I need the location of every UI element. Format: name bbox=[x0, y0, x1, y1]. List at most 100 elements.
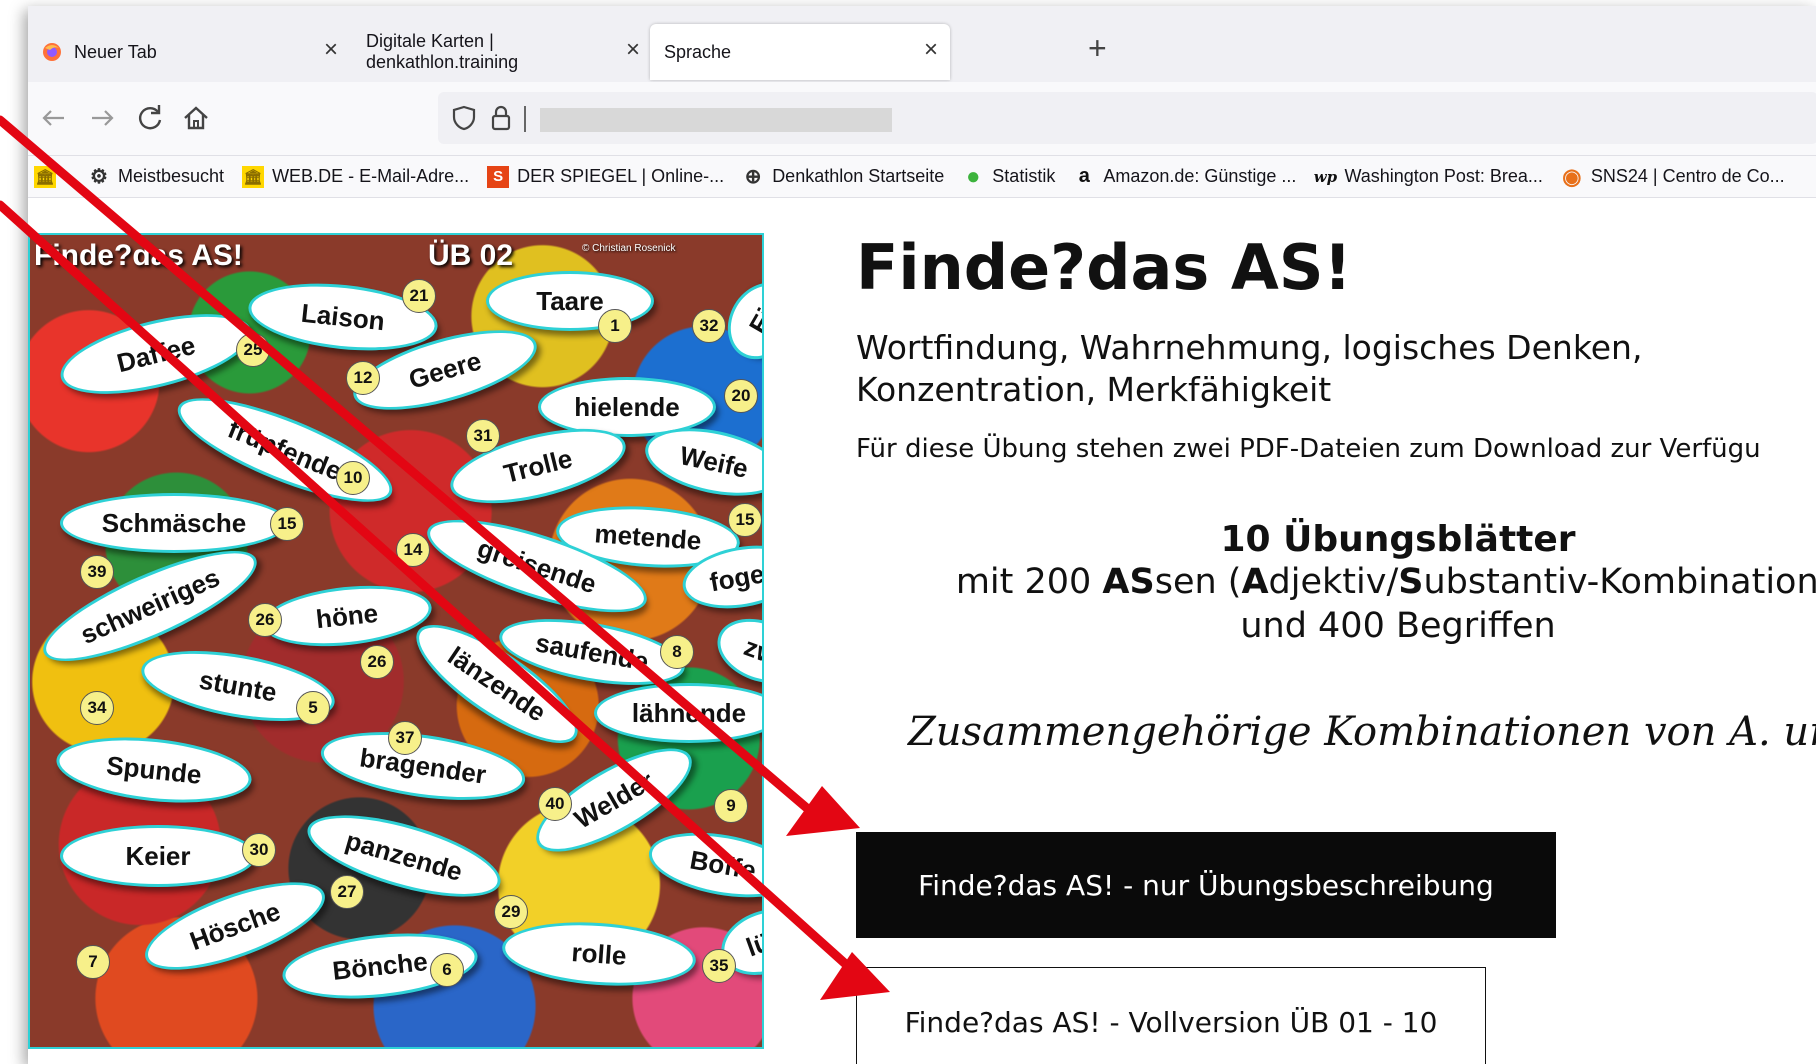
bookmark-denkathlon[interactable]: ⊕ Denkathlon Startseite bbox=[742, 166, 945, 188]
tab-sprache[interactable]: Sprache × bbox=[650, 24, 950, 80]
number-badge: 5 bbox=[296, 691, 330, 725]
tab-title: Sprache bbox=[664, 41, 732, 62]
bookmark-meistbesucht[interactable]: ⚙ Meistbesucht bbox=[88, 166, 224, 188]
sheets-line-2: und 400 Begriffen bbox=[1240, 606, 1556, 646]
page-description: Für diese Übung stehen zwei PDF-Dateien … bbox=[856, 434, 1761, 464]
green-circle-icon: ● bbox=[966, 162, 981, 190]
bookmark-statistik[interactable]: ● Statistik bbox=[962, 162, 1056, 190]
bookmark-label: DER SPIEGEL | Online-... bbox=[517, 166, 725, 186]
sheets-info: 10 Übungsblätter mit 200 ASsen (Adjektiv… bbox=[868, 519, 1816, 648]
number-badge: 14 bbox=[396, 533, 430, 567]
screenshot-stage: Neuer Tab × Digitale Karten | denkathlon… bbox=[0, 0, 1816, 1064]
handwritten-note: Zusammengehörige Kombinationen von A. un… bbox=[908, 709, 1816, 755]
page-title: Finde?das AS! bbox=[856, 231, 1352, 304]
tab-title: Digitale Karten | denkathlon.training bbox=[366, 31, 519, 72]
bookmarks-toolbar: 🏛 ⚙ Meistbesucht 🏛 WEB.DE - E-Mail-Adre.… bbox=[28, 156, 1816, 198]
number-badge: 29 bbox=[494, 895, 528, 929]
number-badge: 21 bbox=[402, 279, 436, 313]
bookmark-amazon[interactable]: a Amazon.de: Günstige ... bbox=[1073, 165, 1297, 188]
back-button[interactable] bbox=[36, 100, 72, 136]
bookmark-label: WEB.DE - E-Mail-Adre... bbox=[272, 166, 470, 186]
sheets-line-1: mit 200 ASsen (Adjektiv/Substantiv-Kombi… bbox=[868, 560, 1816, 604]
sheets-title: 10 Übungsblätter bbox=[1220, 519, 1576, 560]
bank-icon: 🏛 bbox=[34, 165, 56, 188]
firefox-icon bbox=[42, 42, 62, 62]
number-badge: 25 bbox=[236, 333, 270, 367]
number-badge: 12 bbox=[346, 361, 380, 395]
number-badge: 32 bbox=[692, 309, 726, 343]
bookmark-label: Washington Post: Brea... bbox=[1344, 166, 1543, 186]
sheets-as: AS bbox=[1102, 562, 1155, 602]
word-oval: lähnende bbox=[594, 683, 762, 743]
chrome-icon: ◉ bbox=[1562, 163, 1582, 189]
sheets-text: ubstantiv-Kombinatione bbox=[1423, 562, 1816, 602]
number-badge: 15 bbox=[270, 507, 304, 541]
word-oval: Daffee bbox=[52, 298, 260, 410]
bookmark-label: Meistbesucht bbox=[118, 166, 225, 186]
tab-bar: Neuer Tab × Digitale Karten | denkathlon… bbox=[28, 6, 1816, 82]
number-badge: 1 bbox=[598, 309, 632, 343]
puzzle-sheet-label: ÜB 02 bbox=[428, 239, 514, 272]
tab-neuer-tab[interactable]: Neuer Tab × bbox=[28, 24, 350, 80]
number-badge: 6 bbox=[430, 953, 464, 987]
number-badge: 30 bbox=[242, 833, 276, 867]
number-badge: 7 bbox=[76, 945, 110, 979]
lock-icon[interactable] bbox=[488, 104, 514, 132]
close-tab-icon[interactable]: × bbox=[626, 38, 640, 62]
home-icon bbox=[184, 106, 208, 130]
tab-title: Neuer Tab bbox=[74, 41, 157, 62]
amazon-icon: a bbox=[1078, 165, 1090, 187]
globe-icon: ⊕ bbox=[744, 166, 762, 188]
bookmark-label: Statistik bbox=[992, 166, 1056, 186]
number-badge: 37 bbox=[388, 721, 422, 755]
bookmark-spiegel[interactable]: S DER SPIEGEL | Online-... bbox=[487, 165, 725, 188]
word-oval: rolle bbox=[500, 916, 698, 992]
bookmark-webde[interactable]: 🏛 WEB.DE - E-Mail-Adre... bbox=[242, 165, 470, 188]
forward-arrow-icon bbox=[92, 110, 114, 126]
number-badge: 40 bbox=[538, 787, 572, 821]
browser-window: Neuer Tab × Digitale Karten | denkathlon… bbox=[28, 6, 1816, 1064]
sheets-s-letter: S bbox=[1398, 562, 1424, 602]
number-badge: 27 bbox=[330, 875, 364, 909]
number-badge: 20 bbox=[724, 379, 758, 413]
home-button[interactable] bbox=[178, 100, 214, 136]
download-full-version-button[interactable]: Finde?das AS! - Vollversion ÜB 01 - 10 bbox=[856, 967, 1486, 1064]
bookmark-bank[interactable]: 🏛 bbox=[34, 165, 64, 188]
bookmark-label: SNS24 | Centro de Co... bbox=[1590, 166, 1785, 186]
number-badge: 26 bbox=[248, 603, 282, 637]
word-oval: Schmäsche bbox=[60, 493, 288, 553]
forward-button[interactable] bbox=[84, 100, 120, 136]
download-description-button[interactable]: Finde?das AS! - nur Übungsbeschreibung bbox=[856, 832, 1556, 938]
bank-icon: 🏛 bbox=[242, 165, 265, 188]
number-badge: 35 bbox=[702, 949, 736, 983]
spiegel-icon: S bbox=[487, 165, 510, 188]
close-tab-icon[interactable]: × bbox=[324, 38, 338, 62]
number-badge: 39 bbox=[80, 555, 114, 589]
sheets-text: djektiv/ bbox=[1268, 562, 1399, 602]
number-badge: 26 bbox=[360, 645, 394, 679]
sheets-a-letter: A bbox=[1241, 562, 1269, 602]
sheets-text: mit 200 bbox=[955, 562, 1103, 602]
new-tab-button[interactable]: + bbox=[1088, 32, 1107, 64]
url-bar[interactable] bbox=[438, 92, 1816, 144]
word-oval: höne bbox=[259, 578, 435, 654]
bookmark-sns24[interactable]: ◉ SNS24 | Centro de Co... bbox=[1561, 163, 1785, 189]
close-tab-icon[interactable]: × bbox=[924, 38, 938, 62]
reload-button[interactable] bbox=[132, 100, 168, 136]
bookmark-washington-post[interactable]: wp Washington Post: Brea... bbox=[1314, 166, 1543, 188]
page-content: Finde?das AS! ÜB 02 © Christian Rosenick… bbox=[28, 199, 1816, 1064]
number-badge: 9 bbox=[714, 789, 748, 823]
number-badge: 8 bbox=[660, 635, 694, 669]
sheets-text: sen ( bbox=[1154, 562, 1242, 602]
word-oval: Keier bbox=[60, 825, 256, 887]
word-oval: zw bbox=[708, 607, 762, 695]
navigation-bar bbox=[28, 82, 1816, 156]
shield-icon[interactable] bbox=[450, 104, 478, 132]
puzzle-copyright: © Christian Rosenick bbox=[582, 243, 676, 254]
redacted-url bbox=[540, 108, 892, 132]
number-badge: 10 bbox=[336, 461, 370, 495]
bookmark-label: Denkathlon Startseite bbox=[772, 166, 945, 186]
back-arrow-icon bbox=[42, 110, 64, 126]
tab-digitale-karten[interactable]: Digitale Karten | denkathlon.training × bbox=[350, 24, 644, 80]
number-badge: 15 bbox=[728, 503, 762, 537]
